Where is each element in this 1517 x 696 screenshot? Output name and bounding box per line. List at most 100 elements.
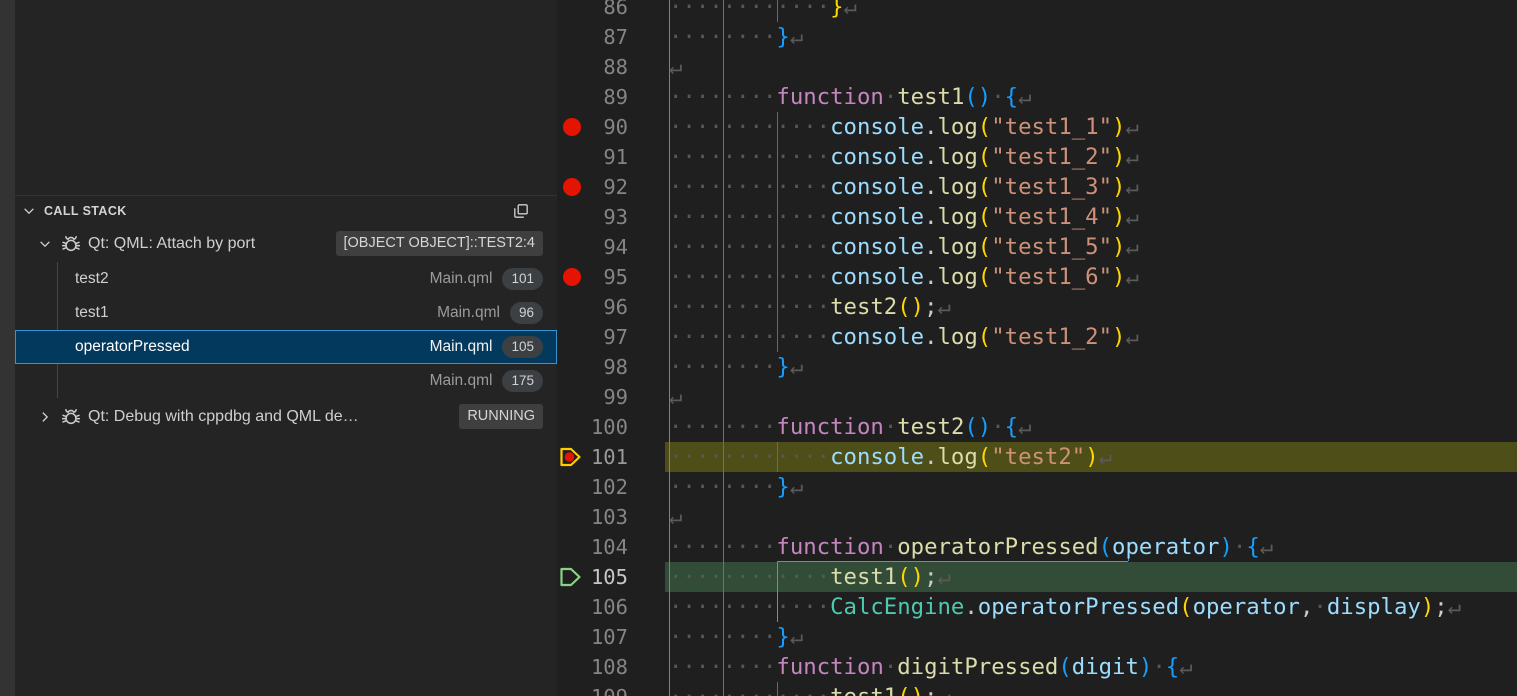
debug-sidebar: CALL STACK Qt: QML: Attach by port [OBJE… (15, 0, 557, 696)
code-line-text[interactable]: ············test2();↵ (669, 292, 951, 322)
code-line-105[interactable]: 105 ············test1();↵ (557, 562, 1517, 592)
code-line-text[interactable]: ············console.log("test1_3")↵ (669, 172, 1139, 202)
line-number[interactable]: 98 (575, 352, 628, 382)
line-number[interactable]: 108 (575, 652, 628, 682)
line-number[interactable]: 95 (575, 262, 628, 292)
code-line-92[interactable]: 92 ············console.log("test1_3")↵ (557, 172, 1517, 202)
frame-line-badge: 101 (502, 268, 543, 290)
line-number[interactable]: 86 (575, 0, 628, 22)
code-line-text[interactable]: ········function·test1()·{↵ (669, 82, 1032, 112)
code-line-86[interactable]: 86 ············}↵ (557, 0, 1517, 22)
code-line-88[interactable]: 88 ↵ (557, 52, 1517, 82)
callstack-header[interactable]: CALL STACK (15, 196, 557, 226)
line-number[interactable]: 87 (575, 22, 628, 52)
line-number[interactable]: 88 (575, 52, 628, 82)
line-number[interactable]: 103 (575, 502, 628, 532)
frame-file: Main.qml (430, 372, 493, 390)
line-number[interactable]: 92 (575, 172, 628, 202)
line-number[interactable]: 93 (575, 202, 628, 232)
line-number[interactable]: 107 (575, 622, 628, 652)
line-number[interactable]: 109 (575, 682, 628, 696)
code-line-108[interactable]: 108 ········function·digitPressed(digit)·… (557, 652, 1517, 682)
code-line-text[interactable]: ············test1();↵ (669, 682, 951, 696)
code-line-text[interactable]: ········}↵ (669, 352, 803, 382)
frame-file: Main.qml (437, 304, 500, 322)
debug-session-qml-attach[interactable]: Qt: QML: Attach by port [OBJECT OBJECT]:… (15, 228, 557, 260)
code-line-107[interactable]: 107 ········}↵ (557, 622, 1517, 652)
session-badge: [OBJECT OBJECT]::TEST2:4 (336, 231, 544, 256)
line-number[interactable]: 99 (575, 382, 628, 412)
code-line-99[interactable]: 99 ↵ (557, 382, 1517, 412)
callstack-frame-operatorPressed[interactable]: operatorPressedMain.qml105 (15, 330, 557, 364)
code-line-text[interactable]: ············test1();↵ (669, 562, 951, 592)
code-line-90[interactable]: 90 ············console.log("test1_1")↵ (557, 112, 1517, 142)
frame-line-badge: 105 (502, 336, 543, 358)
callstack-frame-test1[interactable]: test1Main.qml96 (15, 296, 557, 330)
code-line-text[interactable]: ············console.log("test1_2")↵ (669, 142, 1139, 172)
code-line-93[interactable]: 93 ············console.log("test1_4")↵ (557, 202, 1517, 232)
code-line-text[interactable]: ↵ (669, 502, 682, 532)
code-line-106[interactable]: 106 ············CalcEngine.operatorPresse… (557, 592, 1517, 622)
code-line-text[interactable]: ············}↵ (669, 0, 857, 22)
code-line-95[interactable]: 95 ············console.log("test1_6")↵ (557, 262, 1517, 292)
copy-call-stack-icon[interactable] (512, 202, 530, 220)
session-label: Qt: Debug with cppdbg and QML de… (88, 400, 359, 434)
code-line-text[interactable]: ············console.log("test2")↵ (669, 442, 1112, 472)
session-status-badge: RUNNING (459, 404, 543, 429)
code-line-text[interactable]: ········}↵ (669, 622, 803, 652)
code-line-89[interactable]: 89 ········function·test1()·{↵ (557, 82, 1517, 112)
code-line-text[interactable]: ············console.log("test1_1")↵ (669, 112, 1139, 142)
callstack-frame-anonymous[interactable]: Main.qml 175 (15, 364, 557, 398)
code-line-96[interactable]: 96 ············test2();↵ (557, 292, 1517, 322)
code-line-100[interactable]: 100 ········function·test2()·{↵ (557, 412, 1517, 442)
code-layer: 86 ············}↵ 87 ········}↵ 88 ↵ 89 ·······… (557, 0, 1517, 696)
code-line-text[interactable]: ············console.log("test1_6")↵ (669, 262, 1139, 292)
callstack-frame-test2[interactable]: test2Main.qml101 (15, 262, 557, 296)
code-line-text[interactable]: ········function·test2()·{↵ (669, 412, 1032, 442)
callstack-frames: test2Main.qml101test1Main.qml96operatorP… (15, 262, 557, 398)
code-line-text[interactable]: ········function·operatorPressed(operato… (669, 532, 1273, 562)
code-line-text[interactable]: ············console.log("test1_2")↵ (669, 322, 1139, 352)
chevron-down-icon[interactable] (38, 237, 52, 251)
line-number[interactable]: 105 (575, 562, 628, 592)
code-line-text[interactable]: ↵ (669, 52, 682, 82)
code-line-87[interactable]: 87 ········}↵ (557, 22, 1517, 52)
line-number[interactable]: 96 (575, 292, 628, 322)
window-edge-strip (0, 0, 15, 696)
code-line-102[interactable]: 102 ········}↵ (557, 472, 1517, 502)
code-line-text[interactable]: ············console.log("test1_4")↵ (669, 202, 1139, 232)
chevron-down-icon[interactable] (22, 204, 36, 218)
code-line-98[interactable]: 98 ········}↵ (557, 352, 1517, 382)
line-number[interactable]: 104 (575, 532, 628, 562)
line-number[interactable]: 89 (575, 82, 628, 112)
code-line-94[interactable]: 94 ············console.log("test1_5")↵ (557, 232, 1517, 262)
line-number[interactable]: 97 (575, 322, 628, 352)
line-number[interactable]: 90 (575, 112, 628, 142)
code-line-text[interactable]: ············console.log("test1_5")↵ (669, 232, 1139, 262)
frame-name: test1 (75, 296, 109, 330)
line-number[interactable]: 91 (575, 142, 628, 172)
bug-icon (60, 406, 82, 428)
code-line-103[interactable]: 103 ↵ (557, 502, 1517, 532)
code-line-109[interactable]: 109 ············test1();↵ (557, 682, 1517, 696)
code-line-text[interactable]: ········}↵ (669, 472, 803, 502)
code-line-text[interactable]: ········function·digitPressed(digit)·{↵ (669, 652, 1193, 682)
code-line-104[interactable]: 104 ········function·operatorPressed(oper… (557, 532, 1517, 562)
line-number[interactable]: 106 (575, 592, 628, 622)
frame-name: test2 (75, 262, 109, 296)
line-number[interactable]: 101 (575, 442, 628, 472)
code-line-text[interactable]: ········}↵ (669, 22, 803, 52)
code-line-101[interactable]: 101 ············console.log("test2")↵ (557, 442, 1517, 472)
line-number[interactable]: 100 (575, 412, 628, 442)
code-line-text[interactable]: ············CalcEngine.operatorPressed(o… (669, 592, 1461, 622)
vscode-debug-view: CALL STACK Qt: QML: Attach by port [OBJE… (0, 0, 1517, 696)
code-line-text[interactable]: ↵ (669, 382, 682, 412)
line-number[interactable]: 102 (575, 472, 628, 502)
chevron-right-icon[interactable] (38, 410, 52, 424)
line-number[interactable]: 94 (575, 232, 628, 262)
code-line-97[interactable]: 97 ············console.log("test1_2")↵ (557, 322, 1517, 352)
debug-session-cppdbg[interactable]: Qt: Debug with cppdbg and QML de… RUNNIN… (15, 400, 557, 434)
code-line-91[interactable]: 91 ············console.log("test1_2")↵ (557, 142, 1517, 172)
panel-title: CALL STACK (44, 196, 127, 226)
frame-line-badge: 175 (502, 370, 543, 392)
